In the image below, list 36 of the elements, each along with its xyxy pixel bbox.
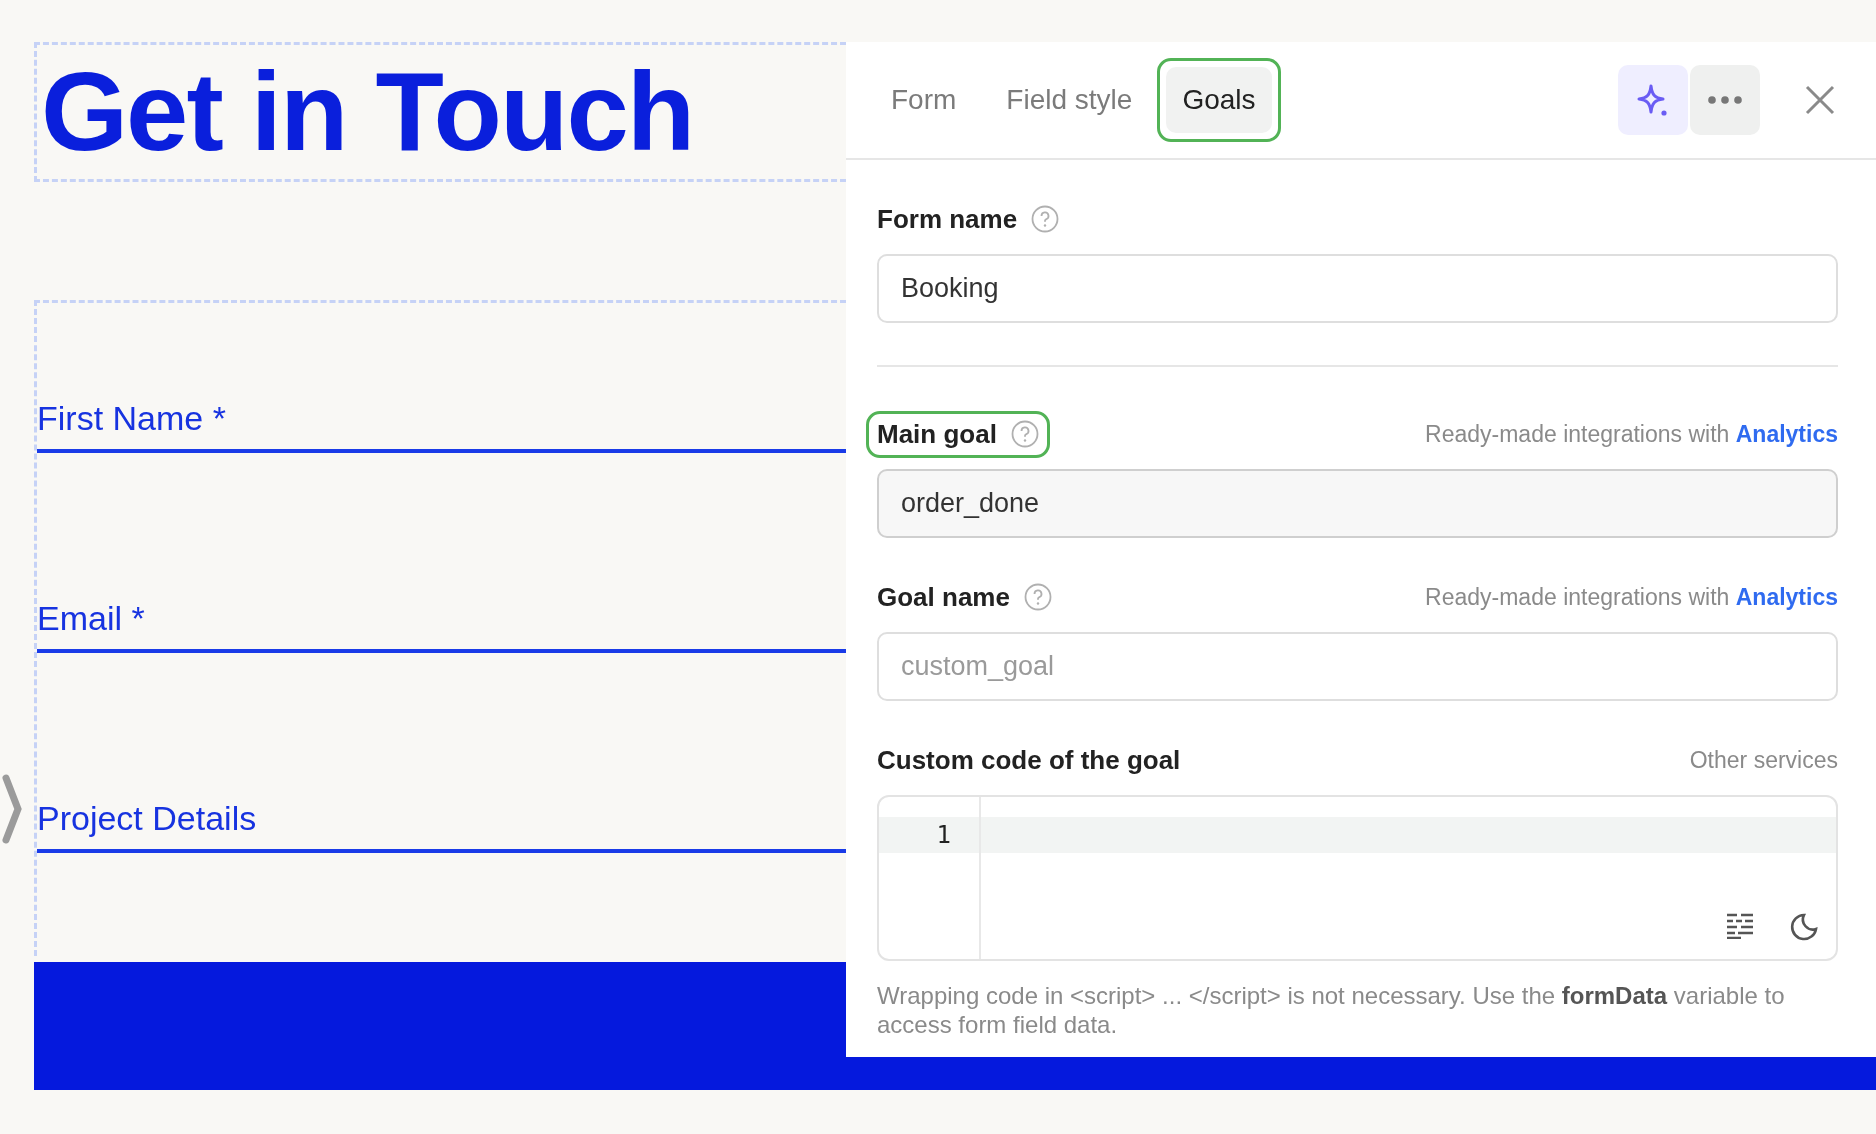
- text-field[interactable]: Booking: [877, 254, 1838, 323]
- field-underline[interactable]: [37, 449, 846, 453]
- form-title: Get in Touch: [41, 56, 694, 168]
- chevron-handle-icon[interactable]: [2, 774, 22, 844]
- integration-note: Other services: [1689, 746, 1838, 774]
- tab[interactable]: Form: [866, 58, 982, 142]
- code-editor[interactable]: 1: [877, 795, 1838, 961]
- help-icon[interactable]: [1010, 420, 1039, 448]
- close-icon: [1805, 85, 1835, 115]
- tab[interactable]: Goals: [1157, 58, 1281, 142]
- more-button[interactable]: [1690, 65, 1760, 135]
- help-text: Wrapping code in <script> ... </script> is not necessary. Use the formData variable to access form field data.: [877, 981, 1786, 1039]
- field-label: Project Details: [37, 801, 258, 835]
- tab[interactable]: Field style: [981, 58, 1158, 142]
- field-label: Form name: [877, 203, 1018, 235]
- field-label: Main goal: [877, 418, 997, 450]
- field-underline[interactable]: [37, 849, 846, 853]
- moon-icon[interactable]: [1790, 913, 1818, 941]
- text-field[interactable]: custom_goal: [877, 632, 1838, 701]
- field-label: Custom code of the goal: [877, 744, 1181, 776]
- integration-note: Ready-made integrations with Analytics: [1425, 583, 1838, 611]
- field-underline[interactable]: [37, 649, 846, 653]
- sparkle-button[interactable]: [1618, 65, 1688, 135]
- integration-note: Ready-made integrations with Analytics: [1425, 420, 1838, 448]
- analytics-link[interactable]: Analytics: [1735, 420, 1838, 447]
- field-label: Email *: [37, 601, 146, 635]
- text-field[interactable]: order_done: [877, 469, 1838, 538]
- help-icon[interactable]: [1023, 583, 1052, 611]
- more-icon: [1708, 96, 1742, 104]
- field-label: Goal name: [877, 581, 1010, 613]
- help-icon[interactable]: [1031, 205, 1060, 233]
- sparkle-icon: [1636, 82, 1670, 118]
- line-number: 1: [879, 817, 979, 853]
- format-icon[interactable]: [1726, 913, 1754, 939]
- field-label: First Name *: [37, 401, 227, 435]
- analytics-link[interactable]: Analytics: [1735, 583, 1838, 610]
